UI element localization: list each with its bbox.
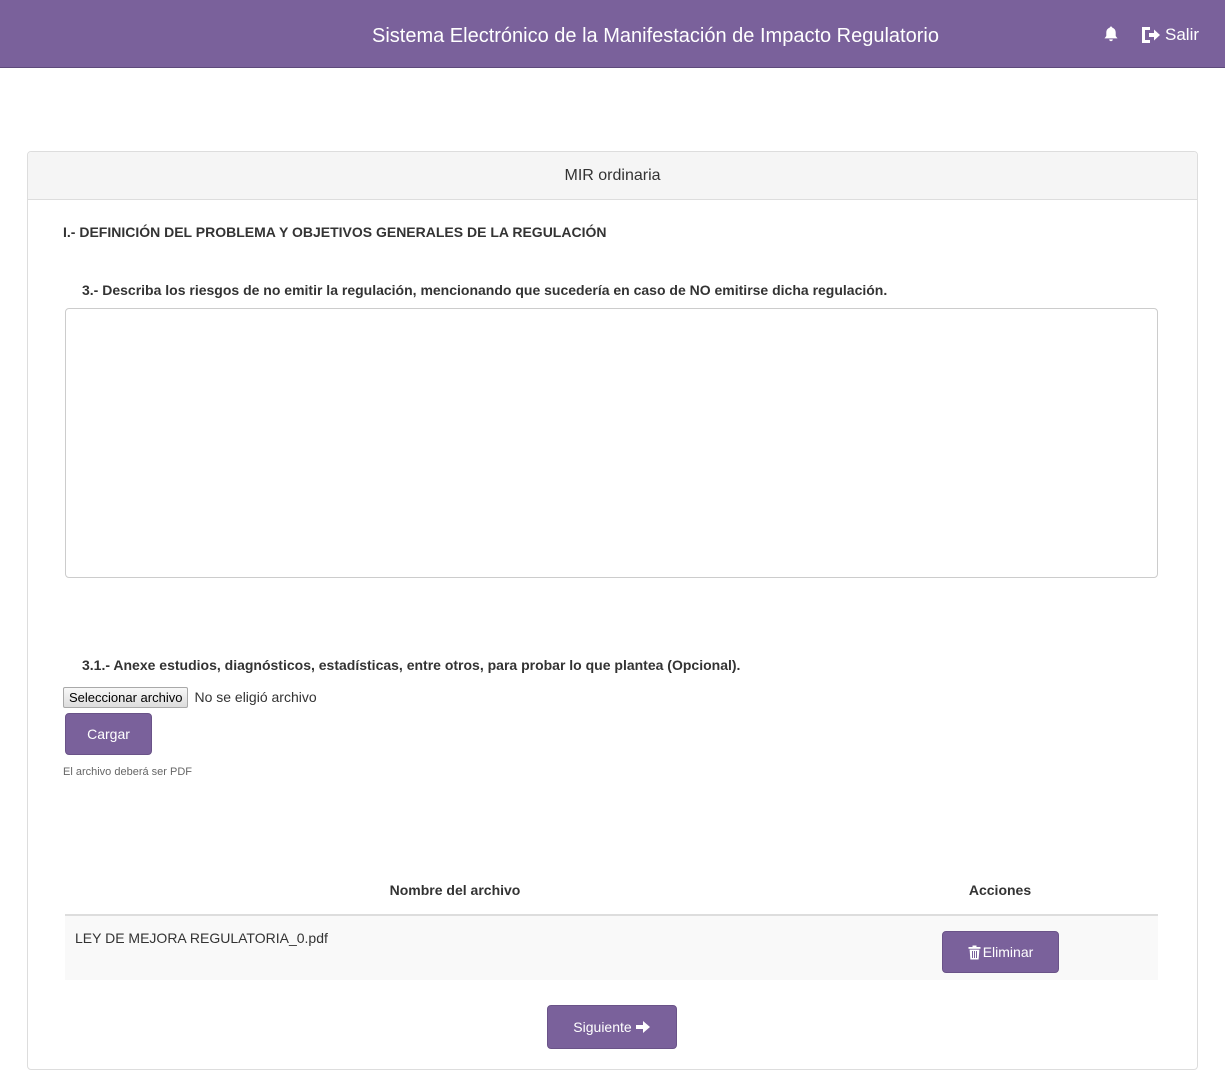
logout-label: Salir bbox=[1165, 25, 1200, 44]
section-title: I.- DEFINICIÓN DEL PROBLEMA Y OBJETIVOS … bbox=[63, 224, 607, 240]
table-header-row: Nombre del archivo Acciones bbox=[65, 872, 1158, 916]
mir-panel: MIR ordinaria I.- DEFINICIÓN DEL PROBLEM… bbox=[27, 151, 1198, 1070]
files-table: Nombre del archivo Acciones LEY DE MEJOR… bbox=[65, 872, 1158, 980]
next-button[interactable]: Siguiente bbox=[547, 1005, 677, 1049]
file-help-text: El archivo deberá ser PDF bbox=[63, 766, 192, 778]
panel-heading: MIR ordinaria bbox=[28, 152, 1197, 200]
app-title: Sistema Electrónico de la Manifestación … bbox=[372, 25, 939, 47]
logout-icon bbox=[1142, 27, 1160, 43]
top-navbar: Sistema Electrónico de la Manifestación … bbox=[0, 0, 1225, 68]
choose-file-button[interactable]: Seleccionar archivo bbox=[63, 686, 189, 708]
logout-link[interactable]: Salir bbox=[1140, 24, 1199, 46]
question-3-1-label: 3.1.- Anexe estudios, diagnósticos, esta… bbox=[82, 657, 741, 673]
delete-file-button[interactable]: Eliminar bbox=[942, 931, 1059, 973]
column-header-actions: Acciones bbox=[968, 882, 1032, 898]
bell-icon[interactable] bbox=[1102, 25, 1120, 43]
column-header-filename: Nombre del archivo bbox=[389, 882, 521, 898]
upload-button[interactable]: Cargar bbox=[65, 713, 152, 755]
question-3-answer[interactable] bbox=[65, 308, 1158, 578]
delete-label: Eliminar bbox=[982, 944, 1034, 960]
question-3-label: 3.- Describa los riesgos de no emitir la… bbox=[82, 282, 888, 298]
arrow-right-icon bbox=[635, 1021, 650, 1033]
trash-icon bbox=[968, 945, 981, 959]
file-status: No se eligió archivo bbox=[194, 689, 317, 705]
table-row: LEY DE MEJORA REGULATORIA_0.pdf Eliminar bbox=[65, 916, 1158, 980]
file-name-cell: LEY DE MEJORA REGULATORIA_0.pdf bbox=[75, 930, 328, 946]
file-input: Seleccionar archivo No se eligió archivo bbox=[63, 686, 317, 708]
next-label: Siguiente bbox=[573, 1019, 632, 1035]
